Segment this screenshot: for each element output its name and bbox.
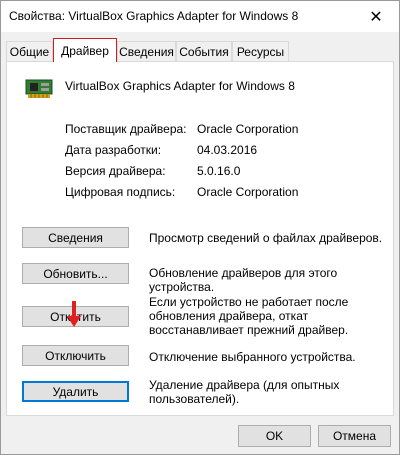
disable-device-button[interactable]: Отключить [22,345,129,366]
graphics-card-icon [25,79,53,98]
tab-details[interactable]: Сведения [117,41,176,61]
driver-details-button[interactable]: Сведения [22,227,129,248]
rollback-driver-description: Если устройство не работает после обновл… [149,295,349,337]
title-bar[interactable]: Свойства: VirtualBox Graphics Adapter fo… [1,1,399,32]
provider-label: Поставщик драйвера: [65,122,187,136]
tab-driver[interactable]: Драйвер [53,38,117,62]
uninstall-driver-button[interactable]: Удалить [22,381,129,402]
update-driver-button[interactable]: Обновить... [22,263,129,284]
device-name: VirtualBox Graphics Adapter for Windows … [65,79,295,93]
signature-label: Цифровая подпись: [65,185,176,199]
update-driver-description: Обновление драйверов для этого устройств… [149,266,338,294]
date-value: 04.03.2016 [197,143,258,157]
version-label: Версия драйвера: [65,164,166,178]
version-value: 5.0.16.0 [197,164,241,178]
red-arrow-down-icon [67,301,81,327]
tab-events[interactable]: События [176,41,232,61]
window-title: Свойства: VirtualBox Graphics Adapter fo… [9,9,299,23]
ok-button[interactable]: OK [238,425,311,447]
provider-value: Oracle Corporation [197,122,299,136]
tab-general[interactable]: Общие [6,41,53,61]
driver-panel: VirtualBox Graphics Adapter for Windows … [6,61,394,416]
uninstall-driver-description: Удаление драйвера (для опытных пользоват… [149,378,340,406]
driver-details-description: Просмотр сведений о файлах драйверов. [149,231,383,245]
properties-window: Свойства: VirtualBox Graphics Adapter fo… [0,0,400,455]
date-label: Дата разработки: [65,143,162,157]
close-button[interactable]: ✕ [353,1,399,32]
tab-resources[interactable]: Ресурсы [232,41,289,61]
disable-device-description: Отключение выбранного устройства. [149,350,356,364]
close-icon: ✕ [369,8,383,26]
cancel-button[interactable]: Отмена [318,425,391,447]
signature-value: Oracle Corporation [197,185,299,199]
